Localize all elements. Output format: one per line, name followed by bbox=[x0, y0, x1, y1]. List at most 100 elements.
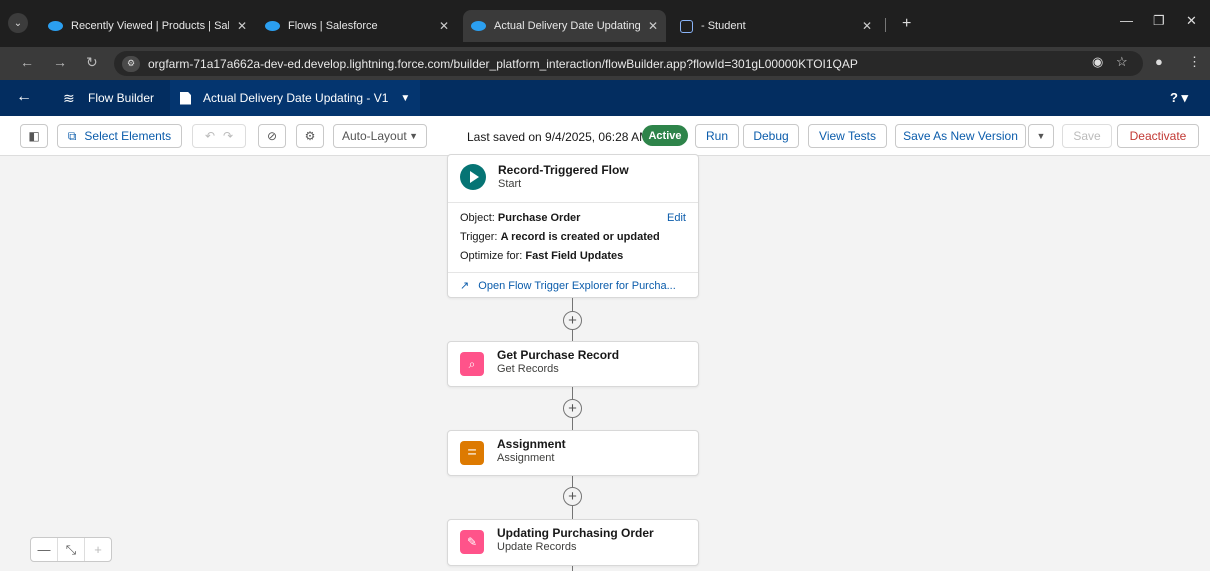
window-close-icon[interactable]: ✕ bbox=[1186, 13, 1197, 29]
tab-search-icon[interactable]: ⌄ bbox=[8, 13, 28, 33]
save-button[interactable]: Save bbox=[1062, 124, 1112, 148]
start-details: Object: Purchase Order Edit Trigger: A r… bbox=[448, 202, 698, 266]
flow-version-tab[interactable]: Actual Delivery Date Updating - V1 ▼ bbox=[170, 80, 420, 116]
page-icon bbox=[680, 19, 693, 33]
salesforce-cloud-icon bbox=[48, 21, 63, 31]
save-options-menu-button[interactable]: ▼ bbox=[1028, 124, 1054, 148]
url-text: orgfarm-71a17a662a-dev-ed.develop.lightn… bbox=[148, 56, 858, 71]
bookmark-star-icon[interactable]: ☆ bbox=[1116, 54, 1128, 70]
undo-icon[interactable]: ↶ bbox=[205, 129, 215, 143]
browser-tab-strip: ⌄ Recently Viewed | Products | Sal ✕ Flo… bbox=[0, 0, 1210, 47]
get-records-icon: ⌕ bbox=[460, 352, 484, 376]
tab-title: Actual Delivery Date Updating bbox=[494, 20, 640, 32]
add-element-button[interactable]: + bbox=[563, 487, 582, 506]
select-elements-label: Select Elements bbox=[84, 129, 172, 143]
optimize-label: Optimize for: bbox=[460, 250, 523, 262]
play-icon bbox=[460, 164, 486, 190]
run-button[interactable]: Run bbox=[695, 124, 739, 148]
element-subtitle: Assignment bbox=[497, 452, 555, 464]
element-title: Assignment bbox=[497, 437, 566, 451]
assignment-icon: = bbox=[460, 441, 484, 465]
reload-icon[interactable]: ↻ bbox=[86, 54, 98, 71]
explorer-link-label: Open Flow Trigger Explorer for Purcha... bbox=[478, 280, 676, 292]
settings-button[interactable]: ⚙ bbox=[296, 124, 324, 148]
tab-close-icon[interactable]: ✕ bbox=[648, 19, 658, 33]
deactivate-button[interactable]: Deactivate bbox=[1117, 124, 1199, 148]
forward-icon[interactable]: → bbox=[53, 54, 67, 70]
start-title: Record-Triggered Flow bbox=[498, 163, 629, 177]
status-badge: Active bbox=[642, 125, 688, 146]
browser-toolbar: ← → ↻ ⚙ orgfarm-71a17a662a-dev-ed.develo… bbox=[0, 47, 1210, 80]
redo-icon[interactable]: ↷ bbox=[223, 129, 233, 143]
tab-title: - Student bbox=[701, 20, 746, 32]
assignment-element-card[interactable]: = Assignment Assignment bbox=[447, 430, 699, 476]
optimize-row: Optimize for: Fast Field Updates bbox=[460, 247, 686, 266]
minimize-icon[interactable]: — bbox=[1120, 13, 1133, 28]
update-records-element-card[interactable]: ✎ Updating Purchasing Order Update Recor… bbox=[447, 519, 699, 566]
gear-icon: ⚙ bbox=[304, 129, 316, 143]
chrome-menu-icon[interactable]: ⋮ bbox=[1188, 54, 1201, 70]
layout-select[interactable]: Auto-Layout ▼ bbox=[333, 124, 427, 148]
eye-icon[interactable]: ◉ bbox=[1092, 54, 1103, 70]
prohibit-icon: ⊘ bbox=[266, 129, 278, 143]
panel-toggle-icon: ◧ bbox=[28, 129, 40, 143]
tab-close-icon[interactable]: ✕ bbox=[237, 19, 247, 33]
toggle-panel-button[interactable]: ◧ bbox=[20, 124, 48, 148]
new-tab-button[interactable]: + bbox=[902, 15, 911, 33]
tab-divider bbox=[885, 18, 886, 32]
salesforce-cloud-icon bbox=[265, 21, 280, 31]
chevron-down-icon: ▼ bbox=[1036, 131, 1046, 141]
flow-trigger-explorer-link[interactable]: ↗ Open Flow Trigger Explorer for Purcha.… bbox=[448, 272, 698, 298]
object-value: Purchase Order bbox=[497, 212, 581, 224]
browser-tab-flows[interactable]: Flows | Salesforce ✕ bbox=[257, 13, 457, 39]
element-title: Updating Purchasing Order bbox=[497, 526, 654, 540]
get-records-element-card[interactable]: ⌕ Get Purchase Record Get Records bbox=[447, 341, 699, 387]
add-element-button[interactable]: + bbox=[563, 399, 582, 418]
trigger-label: Trigger: bbox=[460, 231, 498, 243]
zoom-controls: — ⤡ + bbox=[30, 537, 112, 562]
view-tests-button[interactable]: View Tests bbox=[808, 124, 887, 148]
trigger-value: A record is created or updated bbox=[500, 231, 660, 243]
object-label: Object: bbox=[460, 212, 495, 224]
profile-avatar-icon[interactable]: ● bbox=[1155, 54, 1163, 69]
browser-tab-active-flow[interactable]: Actual Delivery Date Updating ✕ bbox=[463, 10, 666, 42]
fit-view-icon[interactable]: ⤡ bbox=[58, 538, 85, 561]
last-saved-text: Last saved on 9/4/2025, 06:28 AM bbox=[467, 130, 650, 144]
object-row: Object: Purchase Order Edit bbox=[460, 209, 686, 228]
add-element-button[interactable]: + bbox=[563, 311, 582, 330]
site-settings-icon[interactable]: ⚙ bbox=[122, 55, 140, 72]
save-as-new-version-button[interactable]: Save As New Version bbox=[895, 124, 1026, 148]
layout-select-value: Auto-Layout bbox=[342, 129, 407, 143]
optimize-value: Fast Field Updates bbox=[525, 250, 624, 262]
chevron-down-icon: ▼ bbox=[409, 131, 418, 141]
external-link-icon: ↗ bbox=[460, 280, 470, 292]
browser-tab-student[interactable]: - Student ✕ bbox=[672, 13, 880, 39]
flow-builder-logo-icon: ≋ bbox=[63, 90, 75, 106]
error-check-button[interactable]: ⊘ bbox=[258, 124, 286, 148]
chevron-down-icon: ▼ bbox=[400, 92, 411, 104]
address-bar[interactable]: ⚙ orgfarm-71a17a662a-dev-ed.develop.ligh… bbox=[114, 51, 1143, 76]
browser-tab-recently-viewed[interactable]: Recently Viewed | Products | Sal ✕ bbox=[40, 13, 255, 39]
debug-button[interactable]: Debug bbox=[743, 124, 799, 148]
restore-icon[interactable]: ❐ bbox=[1153, 13, 1165, 29]
tab-close-icon[interactable]: ✕ bbox=[439, 19, 449, 33]
tab-title: Recently Viewed | Products | Sal bbox=[71, 20, 229, 32]
salesforce-cloud-icon bbox=[471, 21, 486, 31]
select-elements-button[interactable]: ⧉ Select Elements bbox=[57, 124, 182, 148]
update-records-icon: ✎ bbox=[460, 530, 484, 554]
tab-title: Flows | Salesforce bbox=[288, 20, 378, 32]
start-element-card[interactable]: Record-Triggered Flow Start Object: Purc… bbox=[447, 154, 699, 298]
select-elements-icon: ⧉ bbox=[67, 128, 77, 143]
element-subtitle: Get Records bbox=[497, 363, 559, 375]
start-subtitle: Start bbox=[498, 178, 522, 190]
app-name: Flow Builder bbox=[88, 91, 155, 105]
zoom-in-icon[interactable]: + bbox=[85, 538, 111, 561]
undo-redo-group: ↶ ↷ bbox=[192, 124, 246, 148]
back-icon[interactable]: ← bbox=[20, 54, 34, 70]
edit-link[interactable]: Edit bbox=[667, 209, 686, 228]
tab-close-icon[interactable]: ✕ bbox=[862, 19, 872, 33]
back-arrow-icon[interactable]: ← bbox=[16, 88, 32, 106]
flow-version-label: Actual Delivery Date Updating - V1 bbox=[203, 91, 389, 105]
zoom-out-icon[interactable]: — bbox=[31, 538, 58, 561]
help-menu-button[interactable]: ? ▾ bbox=[1170, 90, 1188, 106]
